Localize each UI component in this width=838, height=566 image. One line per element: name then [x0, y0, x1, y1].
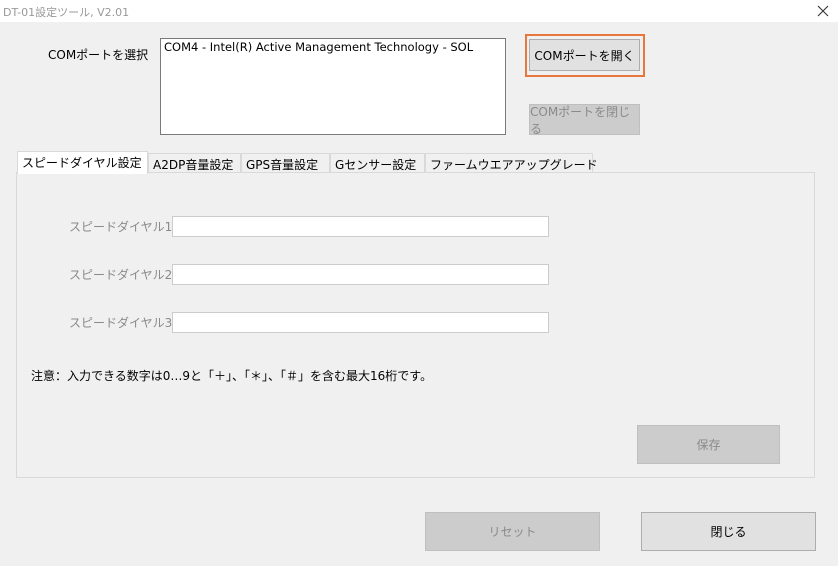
close-icon[interactable] [808, 0, 838, 22]
speed-dial-1-input[interactable] [172, 216, 549, 237]
com-select-label: COMポートを選択 [48, 48, 149, 62]
tab-speed-dial[interactable]: スピードダイヤル設定 [17, 151, 148, 174]
speed-dial-3-label: スピードダイヤル3 [69, 316, 173, 330]
title-bar: DT-01設定ツール, V2.01 [0, 0, 838, 22]
close-button[interactable]: 閉じる [641, 512, 816, 551]
speed-dial-3-input[interactable] [172, 312, 549, 333]
com-port-list[interactable]: COM4 - Intel(R) Active Management Techno… [160, 38, 506, 135]
tab-a2dp-volume[interactable]: A2DP音量設定 [148, 153, 241, 173]
tab-gps-volume[interactable]: GPS音量設定 [241, 153, 330, 173]
input-note: 注意：入力できる数字は0…9と「＋」、「＊」、「＃」を含む最大16桁です。 [31, 369, 433, 383]
tab-g-sensor[interactable]: Gセンサー設定 [330, 153, 425, 173]
speed-dial-2-label: スピードダイヤル2 [69, 268, 173, 282]
com-port-item[interactable]: COM4 - Intel(R) Active Management Techno… [164, 40, 502, 54]
tab-firmware-upgrade[interactable]: ファームウエアアップグレード [425, 153, 598, 173]
speed-dial-2-input[interactable] [172, 264, 549, 285]
reset-button[interactable]: リセット [425, 512, 600, 551]
window-title: DT-01設定ツール, V2.01 [3, 6, 130, 19]
open-com-port-button[interactable]: COMポートを開く [529, 39, 640, 71]
save-button[interactable]: 保存 [637, 425, 780, 464]
close-com-port-button[interactable]: COMポートを閉じる [529, 104, 640, 136]
speed-dial-1-label: スピードダイヤル1 [69, 220, 173, 234]
